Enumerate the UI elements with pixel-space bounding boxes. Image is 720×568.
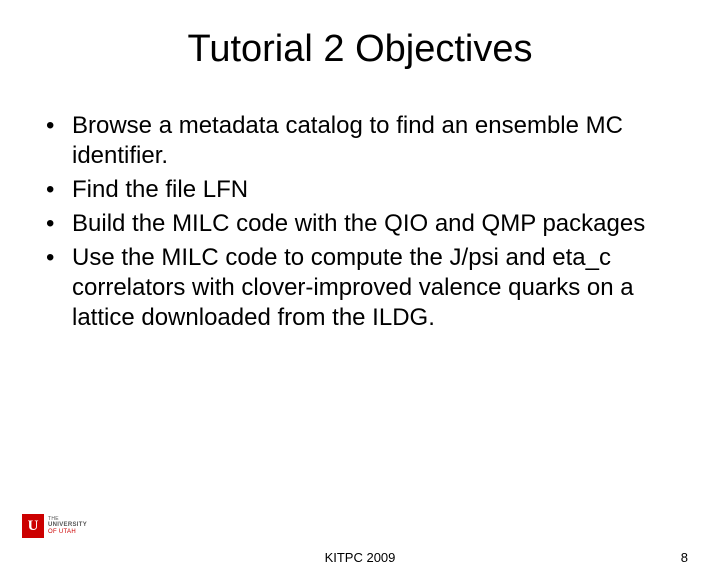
slide: Tutorial 2 Objectives Browse a metadata … bbox=[0, 28, 720, 568]
university-logo: U THE UNIVERSITY OF UTAH bbox=[22, 514, 87, 538]
list-item: Find the file LFN bbox=[40, 175, 680, 205]
list-item: Use the MILC code to compute the J/psi a… bbox=[40, 243, 680, 333]
logo-line3: OF UTAH bbox=[48, 529, 87, 535]
slide-body: Browse a metadata catalog to find an ens… bbox=[0, 111, 720, 333]
page-number: 8 bbox=[681, 550, 688, 565]
logo-text: THE UNIVERSITY OF UTAH bbox=[48, 517, 87, 535]
list-item: Build the MILC code with the QIO and QMP… bbox=[40, 209, 680, 239]
footer-center: KITPC 2009 bbox=[0, 550, 720, 565]
page-title: Tutorial 2 Objectives bbox=[0, 28, 720, 71]
list-item: Browse a metadata catalog to find an ens… bbox=[40, 111, 680, 171]
logo-block-u: U bbox=[22, 514, 44, 538]
bullet-list: Browse a metadata catalog to find an ens… bbox=[40, 111, 680, 333]
